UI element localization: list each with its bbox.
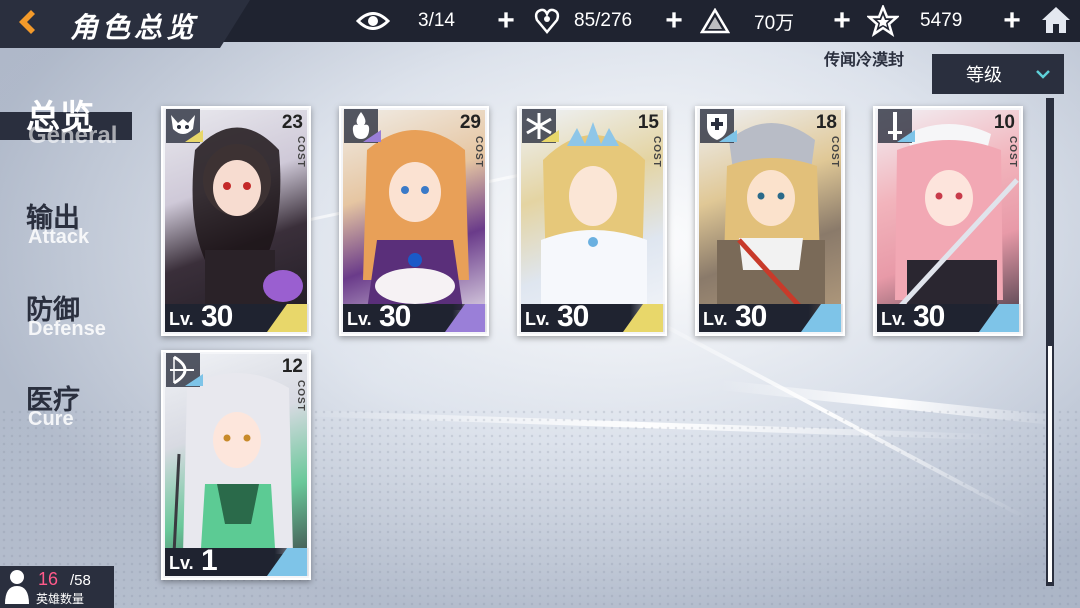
level-value: 30 [913,300,945,333]
cost-value: 15 [637,112,659,133]
view-stat: 3/14 [356,0,455,42]
stamina-value: 85/276 [574,10,633,31]
character-card-5[interactable]: 10 COST Lv. 30 [873,106,1023,336]
level-value: 30 [379,300,411,333]
cost-label: COST [295,136,306,168]
stamina-plus-button[interactable]: + [660,6,688,36]
cost-value: 29 [459,112,481,133]
home-icon [1042,7,1070,33]
star-gem-icon [866,4,900,38]
sidebar-item-defense[interactable]: 防御 Defense [0,288,140,348]
view-value: 3/14 [418,10,455,31]
level-prefix: Lv. [703,309,728,329]
home-button[interactable] [1038,2,1074,38]
cost-value: 10 [993,112,1015,133]
hero-count-label: 英雄数量 [36,592,85,606]
page-title: 角色总览 [70,11,199,44]
gold-plus-button[interactable]: + [828,6,856,36]
sidebar-item-sublabel: Defense [28,318,106,340]
cost-label: COST [829,136,840,168]
star-value: 5479 [920,10,963,31]
stamina-stat: 85/276 [530,0,632,42]
sidebar-item-sublabel: Cure [28,408,74,430]
level-prefix: Lv. [169,309,194,329]
level-value: 30 [557,300,589,333]
sort-dropdown[interactable]: 等级 [932,54,1064,94]
sidebar-item-general[interactable]: 总览 General [0,98,140,160]
hero-count-max: /58 [70,572,91,589]
eye-icon [356,4,390,38]
back-arrow-icon [19,10,35,34]
gold-value: 70万 [754,12,795,34]
sidebar-item-cure[interactable]: 医疗 Cure [0,378,140,438]
heart-hand-icon [530,4,564,38]
level-prefix: Lv. [169,553,194,573]
region-label: 传闻冷漠封 [824,50,905,69]
scrollbar-thumb[interactable] [1048,346,1052,582]
level-prefix: Lv. [525,309,550,329]
level-value: 30 [735,300,767,333]
level-prefix: Lv. [347,309,372,329]
sword-icon [875,108,915,146]
character-card-2[interactable]: 29 COST Lv. 30 [339,106,489,336]
character-card-6[interactable]: 12 COST Lv. 1 [161,350,311,580]
hero-count-panel: 16 /58 英雄数量 [0,566,114,608]
sort-selected: 等级 [966,65,1002,86]
bow-icon [163,352,203,390]
person-icon [5,570,29,604]
demon-mask-icon [163,108,203,146]
cost-label: COST [295,380,306,412]
view-plus-button[interactable]: + [492,6,520,36]
level-value: 1 [201,544,218,577]
sidebar-item-sublabel: General [28,122,118,149]
cost-value: 18 [815,112,837,133]
snowflake-icon [519,108,559,146]
level-value: 30 [201,300,233,333]
cost-label: COST [1007,136,1018,168]
shield-cross-icon [697,108,737,146]
flame-crest-icon [341,108,381,146]
cost-label: COST [473,136,484,168]
cost-label: COST [651,136,662,168]
triangle-coin-icon [698,4,732,38]
sidebar-item-attack[interactable]: 输出 Attack [0,196,140,256]
character-card-1[interactable]: 23 COST Lv. 30 [161,106,311,336]
top-bar: 角色总览 3/14 + 85/276 + 70万 + 5479 + [0,0,1080,48]
level-prefix: Lv. [881,309,906,329]
character-card-4[interactable]: 18 COST Lv. 30 [695,106,845,336]
character-card-3[interactable]: 15 COST Lv. 30 [517,106,667,336]
back-button[interactable] [6,6,46,38]
gold-stat: 70万 [698,0,794,42]
sidebar-item-sublabel: Attack [28,226,90,248]
cost-value: 12 [281,356,303,377]
star-plus-button[interactable]: + [998,6,1026,36]
star-stat: 5479 [866,0,962,42]
chevron-down-icon [1036,70,1050,79]
cost-value: 23 [281,112,303,133]
hero-count-current: 16 [38,569,59,589]
